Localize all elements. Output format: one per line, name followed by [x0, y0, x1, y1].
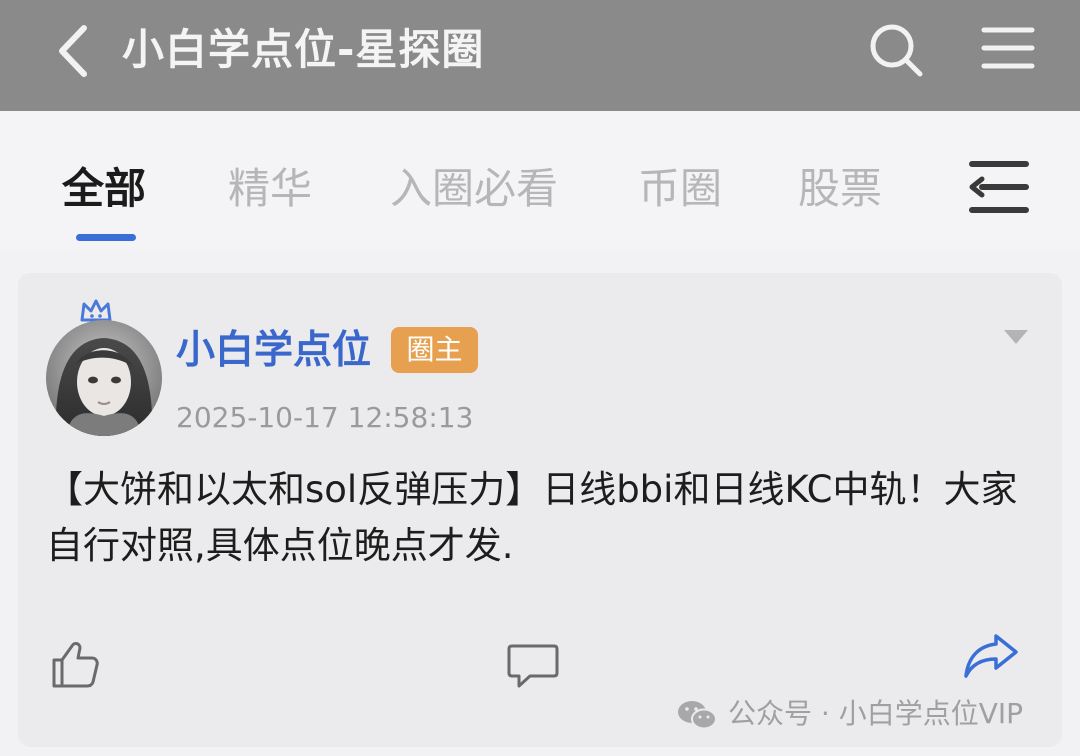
wechat-watermark: 公众号 · 小白学点位VIP	[676, 692, 1023, 736]
chevron-left-icon[interactable]	[50, 22, 98, 80]
post-timestamp: 2025-10-17 12:58:13	[176, 401, 474, 434]
tab-must-read[interactable]: 入圈必看	[390, 161, 558, 217]
thumbs-up-icon[interactable]	[50, 640, 100, 690]
wechat-icon	[678, 701, 717, 730]
comment-icon[interactable]	[506, 642, 560, 690]
tab-crypto[interactable]: 币圈	[638, 161, 722, 217]
search-icon[interactable]	[868, 22, 924, 78]
chevron-down-icon[interactable]	[1002, 328, 1030, 346]
avatar[interactable]	[46, 320, 162, 436]
author-name[interactable]: 小白学点位	[176, 326, 371, 376]
tab-all[interactable]: 全部	[62, 161, 146, 217]
post-content: 【大饼和以太和sol反弹压力】日线bbi和日线KC中轨！大家自行对照,具体点位晚…	[46, 468, 1018, 567]
page-title: 小白学点位-星探圈	[122, 25, 485, 74]
tab-stocks[interactable]: 股票	[798, 161, 882, 217]
hamburger-menu-icon[interactable]	[980, 24, 1036, 72]
share-icon[interactable]	[962, 632, 1020, 680]
category-tab-bar: 全部 精华 入圈必看 币圈 股票	[0, 111, 1080, 249]
top-navigation-bar: 小白学点位-星探圈	[0, 0, 1080, 111]
tab-featured[interactable]: 精华	[228, 161, 312, 217]
collapse-list-icon[interactable]	[966, 158, 1032, 216]
owner-badge: 圈主	[391, 327, 478, 373]
watermark-text: 公众号 · 小白学点位VIP	[728, 697, 1023, 730]
active-tab-indicator	[76, 234, 136, 241]
